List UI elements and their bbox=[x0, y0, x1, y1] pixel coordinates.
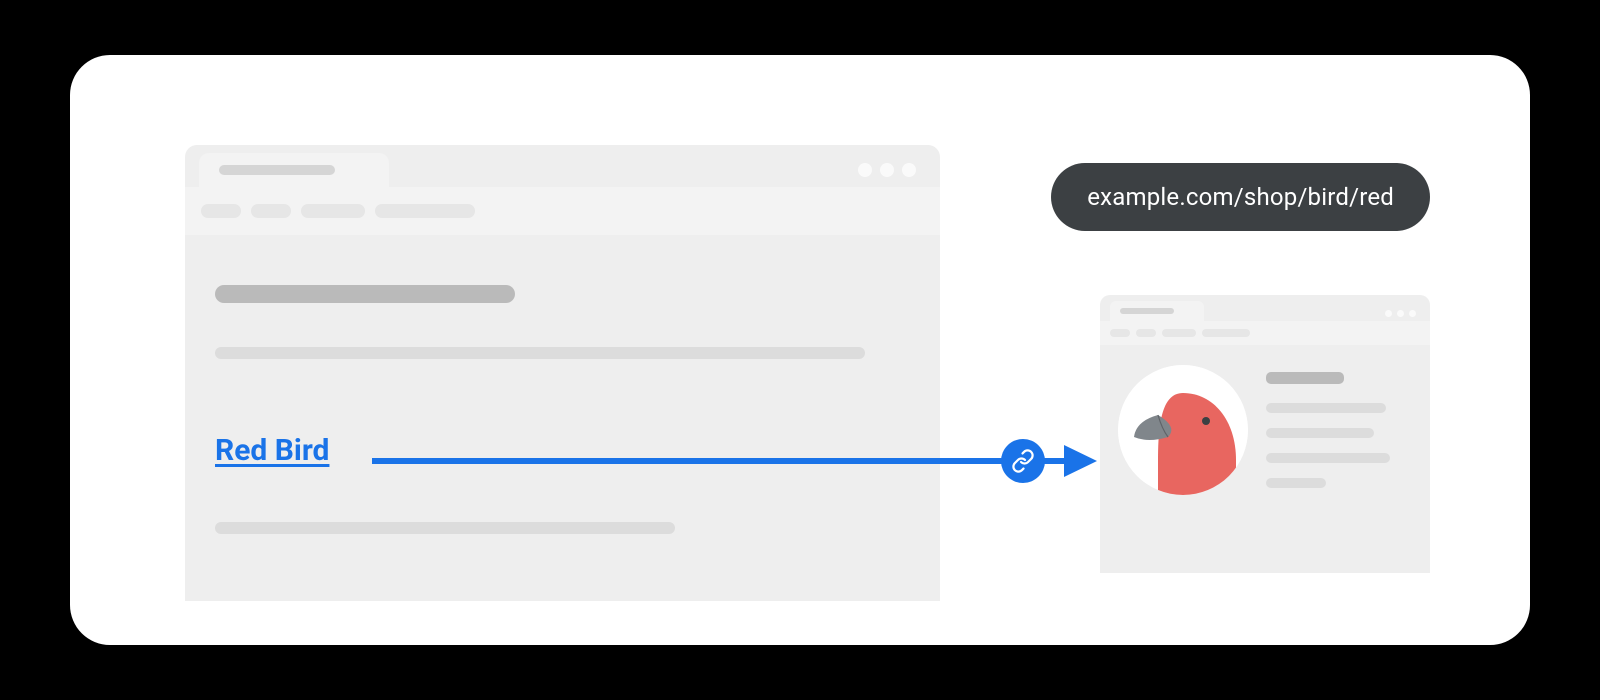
text-line-placeholder bbox=[215, 522, 675, 534]
diagram-canvas: Red Bird example.com/shop/bird/red bbox=[70, 55, 1530, 645]
window-dot-icon bbox=[1397, 310, 1404, 317]
detail-line-placeholder bbox=[1266, 428, 1374, 438]
detail-line-placeholder bbox=[1266, 478, 1326, 488]
window-controls bbox=[1385, 310, 1420, 321]
product-image bbox=[1118, 365, 1248, 495]
page-content: Red Bird bbox=[185, 235, 940, 564]
browser-tab bbox=[1110, 301, 1204, 321]
toolbar-placeholder bbox=[375, 204, 475, 218]
window-dot-icon bbox=[1409, 310, 1416, 317]
toolbar-placeholder bbox=[251, 204, 291, 218]
heading-placeholder bbox=[215, 285, 515, 303]
browser-tab-bar bbox=[185, 145, 940, 187]
product-details bbox=[1266, 372, 1412, 488]
window-dot-icon bbox=[902, 163, 916, 177]
destination-url-pill: example.com/shop/bird/red bbox=[1051, 163, 1430, 231]
detail-line-placeholder bbox=[1266, 403, 1386, 413]
toolbar-placeholder bbox=[1162, 329, 1196, 337]
toolbar-placeholder bbox=[1110, 329, 1130, 337]
toolbar-placeholder bbox=[1136, 329, 1156, 337]
toolbar-placeholder bbox=[1202, 329, 1250, 337]
tab-title-placeholder bbox=[1120, 308, 1174, 314]
toolbar-placeholder bbox=[301, 204, 365, 218]
detail-line-placeholder bbox=[1266, 453, 1390, 463]
tab-title-placeholder bbox=[219, 165, 335, 175]
window-dot-icon bbox=[858, 163, 872, 177]
link-arrow bbox=[372, 443, 1097, 479]
browser-tab-bar bbox=[1100, 295, 1430, 321]
browser-toolbar bbox=[185, 187, 940, 235]
destination-browser-window bbox=[1100, 295, 1430, 573]
destination-content bbox=[1100, 345, 1430, 515]
browser-tab bbox=[199, 153, 389, 187]
bird-icon bbox=[1118, 365, 1248, 495]
browser-toolbar bbox=[1100, 321, 1430, 345]
anchor-link[interactable]: Red Bird bbox=[215, 433, 329, 468]
window-dot-icon bbox=[880, 163, 894, 177]
toolbar-placeholder bbox=[201, 204, 241, 218]
link-icon bbox=[1011, 449, 1035, 473]
source-browser-window: Red Bird bbox=[185, 145, 940, 601]
product-title-placeholder bbox=[1266, 372, 1344, 384]
window-dot-icon bbox=[1385, 310, 1392, 317]
window-controls bbox=[858, 163, 926, 187]
link-icon-badge bbox=[1001, 439, 1045, 483]
text-line-placeholder bbox=[215, 347, 865, 359]
